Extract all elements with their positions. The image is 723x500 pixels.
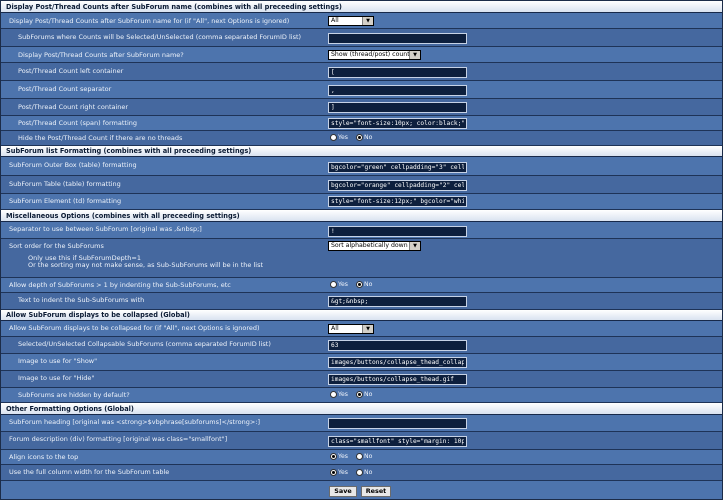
option-row-collapse-forum-list: Selected/UnSelected Collapsable SubForum… <box>1 337 722 354</box>
yes-radio[interactable] <box>330 469 337 476</box>
section-header-list-formatting: SubForum list Formatting (combines with … <box>1 146 722 157</box>
span-formatting-input[interactable] <box>328 118 467 129</box>
no-radio[interactable] <box>355 134 363 141</box>
subforum-heading-input[interactable] <box>328 418 467 429</box>
section-header-collapsed: Allow SubForum displays to be collapsed … <box>1 310 722 321</box>
option-row-align-icons: Align icons to the top Yes No <box>1 450 722 465</box>
indent-text-input[interactable] <box>328 296 467 307</box>
description-formatting-input[interactable] <box>328 436 467 447</box>
option-row-counts-for: Display Post/Thread Counts after SubForu… <box>1 13 722 29</box>
collapse-for-select[interactable]: All ▼ <box>328 324 374 334</box>
yes-radio[interactable] <box>330 453 337 460</box>
no-radio[interactable] <box>355 391 363 398</box>
yes-radio[interactable] <box>330 391 337 398</box>
option-label: Post/Thread Count (span) formatting <box>18 119 137 127</box>
option-label: Separator to use between SubForum [origi… <box>9 225 202 233</box>
option-label: SubForum Outer Box (table) formatting <box>9 161 137 169</box>
count-separator-input[interactable] <box>328 85 467 96</box>
chevron-down-icon: ▼ <box>362 17 373 25</box>
option-note: Or the sorting may not make sense, as Su… <box>28 261 264 269</box>
option-row-counts-forum-list: SubForums where Counts will be Selected/… <box>1 29 722 47</box>
option-label: Post/Thread Count right container <box>18 103 129 111</box>
option-label: SubForums are hidden by default? <box>18 391 130 399</box>
option-label: Display Post/Thread Counts after SubForu… <box>18 51 184 59</box>
option-label: SubForum Table (table) formatting <box>9 180 121 188</box>
table-formatting-input[interactable] <box>328 180 467 191</box>
element-formatting-input[interactable] <box>328 196 467 207</box>
option-row-display-counts: Display Post/Thread Counts after SubForu… <box>1 47 722 63</box>
option-row-description-formatting: Forum description (div) formatting [orig… <box>1 432 722 450</box>
option-row-right-container: Post/Thread Count right container <box>1 99 722 116</box>
show-image-input[interactable] <box>328 357 467 368</box>
option-label: Text to indent the Sub-SubForums with <box>18 296 145 304</box>
yes-radio[interactable] <box>330 134 337 141</box>
option-row-heading: SubForum heading [original was <strong>$… <box>1 415 722 432</box>
option-label: SubForums where Counts will be Selected/… <box>18 33 302 41</box>
option-row-separator: Post/Thread Count separator <box>1 81 722 99</box>
option-label: Forum description (div) formatting [orig… <box>9 435 228 443</box>
option-row-element-formatting: SubForum Element (td) formatting <box>1 194 722 210</box>
chevron-down-icon: ▼ <box>409 242 420 250</box>
option-label: Align icons to the top <box>9 453 79 461</box>
option-label: Image to use for "Show" <box>18 357 98 365</box>
outer-box-formatting-input[interactable] <box>328 162 467 173</box>
option-row-hidden-default: SubForums are hidden by default? Yes No <box>1 388 722 403</box>
option-label: SubForum heading [original was <strong>$… <box>9 418 260 426</box>
yes-radio[interactable] <box>330 281 337 288</box>
section-header-other-formatting: Other Formatting Options (Global) <box>1 403 722 415</box>
option-label: Display Post/Thread Counts after SubForu… <box>9 17 290 25</box>
option-label: Use the full column width for the SubFor… <box>9 468 170 476</box>
option-row-hide-no-threads: Hide the Post/Thread Count if there are … <box>1 131 722 146</box>
no-radio[interactable] <box>355 469 363 476</box>
option-row-outer-box: SubForum Outer Box (table) formatting <box>1 157 722 176</box>
align-icons-radio-group: Yes No <box>330 453 378 461</box>
option-label: Allow depth of SubForums > 1 by indentin… <box>9 281 231 289</box>
option-label: Sort order for the SubForums <box>9 242 104 250</box>
display-counts-select[interactable]: Show (thread/post) counts ▼ <box>328 50 421 60</box>
reset-button[interactable]: Reset <box>361 486 391 497</box>
full-width-radio-group: Yes No <box>330 469 378 477</box>
counts-for-select[interactable]: All ▼ <box>328 16 374 26</box>
hidden-default-radio-group: Yes No <box>330 391 378 399</box>
option-label: SubForum Element (td) formatting <box>9 197 122 205</box>
option-label: Post/Thread Count separator <box>18 85 112 93</box>
save-button[interactable]: Save <box>329 486 357 497</box>
option-label: Allow SubForum displays to be collapsed … <box>9 324 260 332</box>
option-row-allow-depth: Allow depth of SubForums > 1 by indentin… <box>1 278 722 293</box>
no-radio[interactable] <box>355 281 363 288</box>
button-bar: Save Reset <box>1 485 722 499</box>
section-header-misc: Miscellaneous Options (combines with all… <box>1 210 722 222</box>
no-radio[interactable] <box>355 453 363 460</box>
subforum-separator-input[interactable] <box>328 226 467 237</box>
option-row-show-image: Image to use for "Show" <box>1 354 722 371</box>
left-container-input[interactable] <box>328 67 467 78</box>
option-label: Hide the Post/Thread Count if there are … <box>18 134 183 142</box>
hide-image-input[interactable] <box>328 374 467 385</box>
option-row-full-width: Use the full column width for the SubFor… <box>1 465 722 481</box>
section-header-post-thread-counts: Display Post/Thread Counts after SubForu… <box>1 1 722 13</box>
option-label: Selected/UnSelected Collapsable SubForum… <box>18 340 271 348</box>
allow-depth-radio-group: Yes No <box>330 281 378 289</box>
option-row-indent-text: Text to indent the Sub-SubForums with <box>1 293 722 310</box>
option-label: Post/Thread Count left container <box>18 67 124 75</box>
hide-no-threads-radio-group: Yes No <box>330 134 378 142</box>
options-form: Display Post/Thread Counts after SubForu… <box>0 0 723 500</box>
option-row-sort-order: Sort order for the SubForums Only use th… <box>1 239 722 278</box>
option-row-left-container: Post/Thread Count left container <box>1 63 722 81</box>
chevron-down-icon: ▼ <box>362 325 373 333</box>
option-row-span-formatting: Post/Thread Count (span) formatting <box>1 116 722 131</box>
collapse-forum-list-input[interactable] <box>328 340 467 351</box>
option-row-table-formatting: SubForum Table (table) formatting <box>1 176 722 194</box>
right-container-input[interactable] <box>328 102 467 113</box>
option-label: Image to use for "Hide" <box>18 374 95 382</box>
option-row-collapse-for: Allow SubForum displays to be collapsed … <box>1 321 722 337</box>
counts-forum-list-input[interactable] <box>328 33 467 44</box>
option-row-separator-between: Separator to use between SubForum [origi… <box>1 222 722 239</box>
option-row-hide-image: Image to use for "Hide" <box>1 371 722 388</box>
sort-order-select[interactable]: Sort alphabetically down ▼ <box>328 241 421 251</box>
chevron-down-icon: ▼ <box>409 51 420 59</box>
